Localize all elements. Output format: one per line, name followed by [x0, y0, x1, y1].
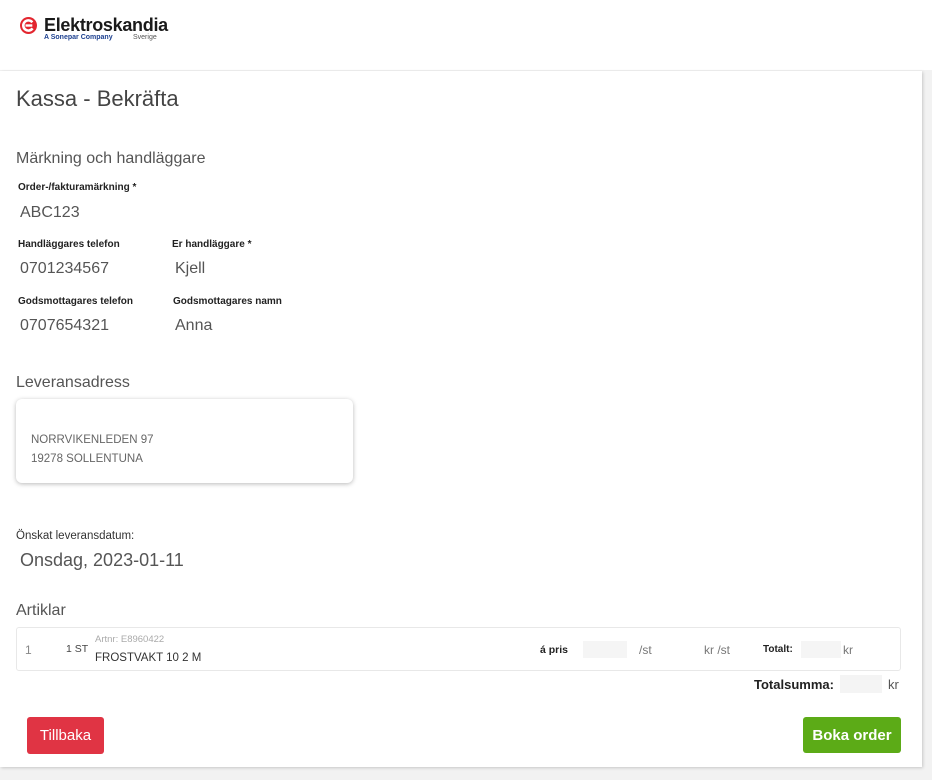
delivery-date-label: Önskat leveransdatum:	[16, 530, 135, 542]
address-street: NORRVIKENLEDEN 97	[31, 434, 154, 446]
address-postal-city: 19278 SOLLENTUNA	[31, 453, 143, 465]
recipient-phone-label: Godsmottagares telefon	[18, 296, 134, 307]
delivery-section-title: Leveransadress	[16, 374, 130, 391]
per-unit: /st	[639, 643, 652, 657]
elektroskandia-logo-icon	[20, 17, 37, 34]
article-quantity: 1 ST	[66, 643, 89, 655]
articles-section-title: Artiklar	[16, 602, 66, 619]
brand-name: Elektroskandia	[44, 15, 168, 35]
handler-phone-value: 0701234567	[20, 260, 109, 277]
article-row: 1 1 ST Artnr: E8960422 FROSTVAKT 10 2 M …	[16, 627, 901, 671]
currency-per-unit: kr /st	[704, 643, 730, 657]
brand-country: Sverige	[133, 34, 157, 41]
item-total-value	[801, 641, 841, 658]
back-button[interactable]: Tillbaka	[27, 717, 104, 754]
article-index: 1	[25, 643, 32, 657]
top-bar: Elektroskandia A Sonepar Company Sverige	[0, 0, 932, 70]
checkout-confirm-card: Kassa - Bekräfta Märkning och handläggar…	[0, 71, 922, 767]
order-marking-label: Order-/fakturamärkning *	[18, 182, 137, 193]
item-total-currency: kr	[843, 643, 853, 657]
unit-price-label: á pris	[540, 644, 569, 656]
recipient-phone-value: 0707654321	[20, 317, 109, 334]
recipient-name-label: Godsmottagares namn	[173, 296, 282, 307]
page-title: Kassa - Bekräfta	[16, 86, 179, 111]
article-number: Artnr: E8960422	[95, 634, 165, 645]
article-name: FROSTVAKT 10 2 M	[95, 652, 202, 664]
item-total-label: Totalt:	[763, 644, 793, 655]
delivery-address-card[interactable]: NORRVIKENLEDEN 97 19278 SOLLENTUNA	[16, 399, 353, 483]
handler-phone-label: Handläggares telefon	[18, 239, 120, 250]
marking-section-title: Märkning och handläggare	[16, 150, 206, 167]
delivery-date-value: Onsdag, 2023-01-11	[20, 550, 184, 570]
unit-price-value	[583, 641, 627, 658]
total-sum-value	[840, 675, 882, 693]
recipient-name-value: Anna	[175, 317, 213, 334]
total-sum-label: Totalsumma:	[754, 677, 834, 692]
book-order-button[interactable]: Boka order	[803, 717, 901, 753]
order-marking-value: ABC123	[20, 204, 80, 221]
handler-name-label: Er handläggare *	[172, 239, 252, 250]
handler-name-value: Kjell	[175, 260, 206, 277]
total-sum-currency: kr	[888, 677, 899, 692]
brand-tagline: A Sonepar Company	[44, 34, 113, 41]
